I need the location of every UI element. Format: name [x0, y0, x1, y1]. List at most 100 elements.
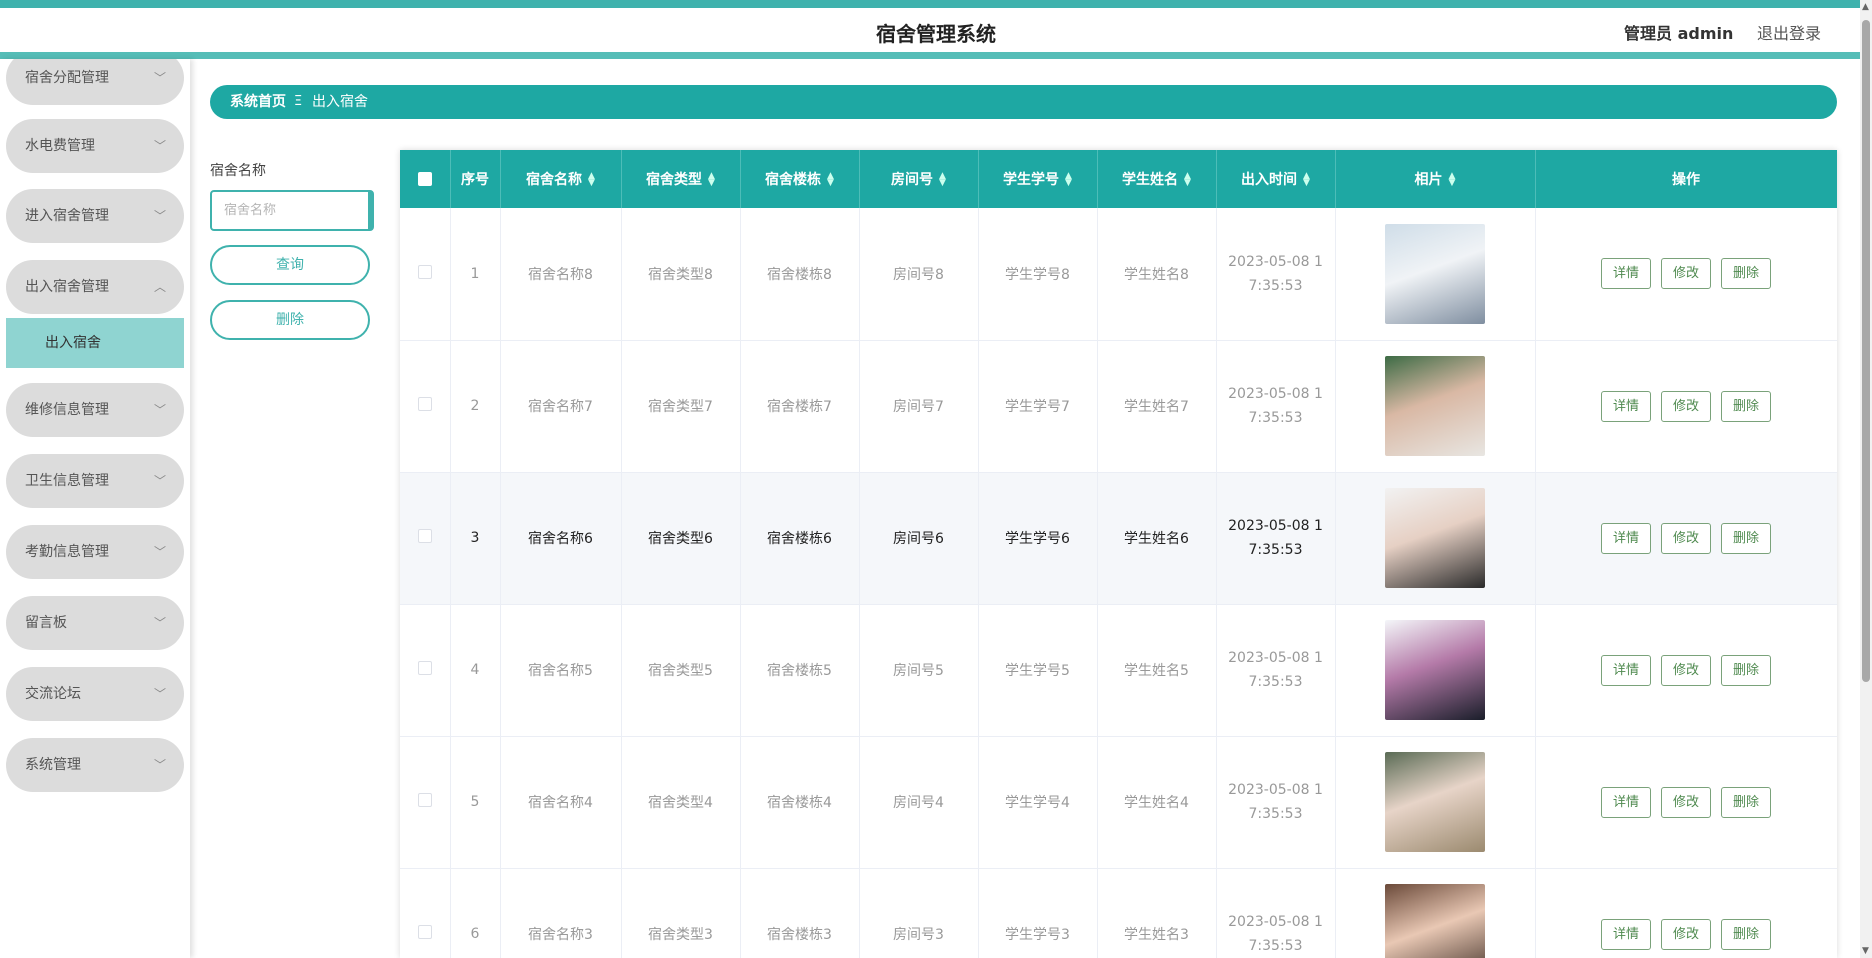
cell-building: 宿舍楼栋4 [740, 736, 860, 869]
time-date: 2023-05-08 1 [1228, 386, 1323, 402]
search-input[interactable] [210, 190, 374, 231]
edit-button[interactable]: 修改 [1661, 390, 1711, 422]
breadcrumb-home[interactable]: 系统首页 [230, 85, 286, 119]
edit-button[interactable]: 修改 [1661, 258, 1711, 290]
sidebar-subitem-dorm-access[interactable]: 出入宿舍 [6, 318, 184, 368]
cell-building: 宿舍楼栋8 [740, 208, 860, 341]
sort-icon[interactable]: ▲ ▼ [708, 172, 715, 188]
header-building[interactable]: 宿舍楼栋 ▲ ▼ [740, 150, 860, 208]
detail-button[interactable]: 详情 [1601, 918, 1651, 950]
row-checkbox[interactable] [417, 661, 432, 675]
logout-button[interactable]: 退出登录 [1757, 20, 1821, 44]
student-photo[interactable] [1385, 620, 1485, 720]
row-checkbox[interactable] [417, 925, 432, 939]
table-row[interactable]: 1 宿舍名称8 宿舍类型8 宿舍楼栋8 房间号8 学生学号8 学生姓名8 202… [400, 208, 1837, 341]
table-row[interactable]: 6 宿舍名称3 宿舍类型3 宿舍楼栋3 房间号3 学生学号3 学生姓名3 202… [400, 868, 1837, 958]
row-checkbox[interactable] [417, 397, 432, 411]
delete-button[interactable]: 删除 [1721, 390, 1771, 422]
delete-button[interactable]: 删除 [1721, 654, 1771, 686]
sidebar-item-repairs[interactable]: 维修信息管理 ﹀ [6, 383, 184, 437]
scroll-down-icon[interactable]: ▼ [1862, 946, 1869, 956]
edit-button[interactable]: 修改 [1661, 522, 1711, 554]
scroll-thumb[interactable] [1862, 20, 1870, 682]
header-student-id[interactable]: 学生学号 ▲ ▼ [978, 150, 1098, 208]
sidebar-item-dorm-entry[interactable]: 进入宿舍管理 ﹀ [6, 189, 184, 243]
student-photo[interactable] [1385, 488, 1485, 588]
cell-student-id: 学生学号8 [978, 208, 1098, 341]
table-row[interactable]: 3 宿舍名称6 宿舍类型6 宿舍楼栋6 房间号6 学生学号6 学生姓名6 202… [400, 472, 1837, 605]
query-button[interactable]: 查询 [210, 245, 370, 285]
row-checkbox[interactable] [417, 264, 432, 279]
cell-student-name: 学生姓名7 [1097, 340, 1217, 473]
header-label: 学生学号 [1003, 172, 1060, 188]
sort-icon[interactable]: ▲ ▼ [1065, 172, 1072, 188]
cell-student-id: 学生学号4 [978, 736, 1098, 869]
time-date: 2023-05-08 1 [1228, 253, 1323, 270]
detail-button[interactable]: 详情 [1601, 390, 1651, 422]
batch-delete-button[interactable]: 删除 [210, 300, 370, 340]
student-photo[interactable] [1385, 223, 1485, 324]
header-time[interactable]: 出入时间 ▲ ▼ [1216, 150, 1336, 208]
cell-photo [1335, 604, 1536, 737]
sort-icon[interactable]: ▲ ▼ [1184, 172, 1191, 188]
detail-button[interactable]: 详情 [1601, 258, 1651, 290]
table-row[interactable]: 5 宿舍名称4 宿舍类型4 宿舍楼栋4 房间号4 学生学号4 学生姓名4 202… [400, 736, 1837, 869]
student-photo[interactable] [1385, 752, 1485, 852]
sidebar-item-attendance[interactable]: 考勤信息管理 ﹀ [6, 525, 184, 579]
header-student-name[interactable]: 学生姓名 ▲ ▼ [1097, 150, 1217, 208]
header-select-all[interactable] [400, 150, 451, 208]
time-date: 2023-05-08 1 [1228, 782, 1323, 798]
cell-dorm-name: 宿舍名称6 [500, 472, 622, 605]
edit-button[interactable]: 修改 [1661, 654, 1711, 686]
sidebar-item-forum[interactable]: 交流论坛 ﹀ [6, 667, 184, 721]
sidebar-item-hygiene[interactable]: 卫生信息管理 ﹀ [6, 454, 184, 508]
edit-button[interactable]: 修改 [1661, 786, 1711, 818]
cell-index: 4 [450, 604, 501, 737]
student-photo[interactable] [1385, 356, 1485, 456]
detail-button[interactable]: 详情 [1601, 522, 1651, 554]
header-room[interactable]: 房间号 ▲ ▼ [859, 150, 979, 208]
detail-button[interactable]: 详情 [1601, 786, 1651, 818]
sort-icon[interactable]: ▲ ▼ [827, 172, 834, 188]
sidebar-item-dorm-allocation[interactable]: 宿舍分配管理 ﹀ [6, 59, 184, 105]
table-row[interactable]: 2 宿舍名称7 宿舍类型7 宿舍楼栋7 房间号7 学生学号7 学生姓名7 202… [400, 340, 1837, 473]
vertical-scrollbar[interactable]: ▲ ▼ [1860, 0, 1872, 958]
row-checkbox[interactable] [417, 793, 432, 807]
sidebar-item-label: 交流论坛 [25, 686, 81, 702]
sidebar-item-utility-fees[interactable]: 水电费管理 ﹀ [6, 119, 184, 173]
chevron-down-icon: ﹀ [154, 403, 167, 417]
time-date: 2023-05-08 1 [1228, 914, 1323, 930]
sidebar-item-system[interactable]: 系统管理 ﹀ [6, 738, 184, 792]
delete-button[interactable]: 删除 [1721, 522, 1771, 554]
cell-index: 5 [450, 736, 501, 869]
checkbox-icon[interactable] [417, 172, 432, 186]
header-photo[interactable]: 相片 ▲ ▼ [1335, 150, 1536, 208]
sort-icon[interactable]: ▲ ▼ [1449, 172, 1456, 188]
row-checkbox[interactable] [417, 529, 432, 543]
sort-icon[interactable]: ▲ ▼ [939, 172, 946, 188]
student-photo[interactable] [1385, 884, 1485, 958]
cell-dorm-type: 宿舍类型7 [621, 340, 741, 473]
sidebar-item-dorm-access[interactable]: 出入宿舍管理 ︿ [6, 260, 184, 314]
sort-icon[interactable]: ▲ ▼ [588, 172, 595, 188]
sort-icon[interactable]: ▲ ▼ [1303, 172, 1310, 188]
scroll-up-icon[interactable]: ▲ [1862, 2, 1869, 12]
time-clock: 7:35:53 [1248, 542, 1303, 558]
sidebar-item-label: 卫生信息管理 [25, 473, 109, 489]
header-dorm-type[interactable]: 宿舍类型 ▲ ▼ [621, 150, 741, 208]
cell-room: 房间号6 [859, 472, 979, 605]
delete-button[interactable]: 删除 [1721, 258, 1771, 290]
table-header-row: 序号 宿舍名称 ▲ ▼ 宿舍类型 ▲ ▼ 宿舍楼栋 ▲ ▼ 房间号 ▲ ▼ 学生学号 ▲ ▼ 学生姓… [400, 150, 1837, 208]
table-row[interactable]: 4 宿舍名称5 宿舍类型5 宿舍楼栋5 房间号5 学生学号5 学生姓名5 202… [400, 604, 1837, 737]
cell-student-name: 学生姓名8 [1097, 208, 1217, 341]
header-ops: 操作 [1535, 150, 1837, 208]
delete-button[interactable]: 删除 [1721, 918, 1771, 950]
edit-button[interactable]: 修改 [1661, 918, 1711, 950]
header-label: 出入时间 [1241, 172, 1298, 188]
header-label: 相片 [1414, 172, 1443, 188]
detail-button[interactable]: 详情 [1601, 654, 1651, 686]
sidebar-item-label: 维修信息管理 [25, 402, 109, 418]
delete-button[interactable]: 删除 [1721, 786, 1771, 818]
header-dorm-name[interactable]: 宿舍名称 ▲ ▼ [500, 150, 622, 208]
sidebar-item-message-board[interactable]: 留言板 ﹀ [6, 596, 184, 650]
